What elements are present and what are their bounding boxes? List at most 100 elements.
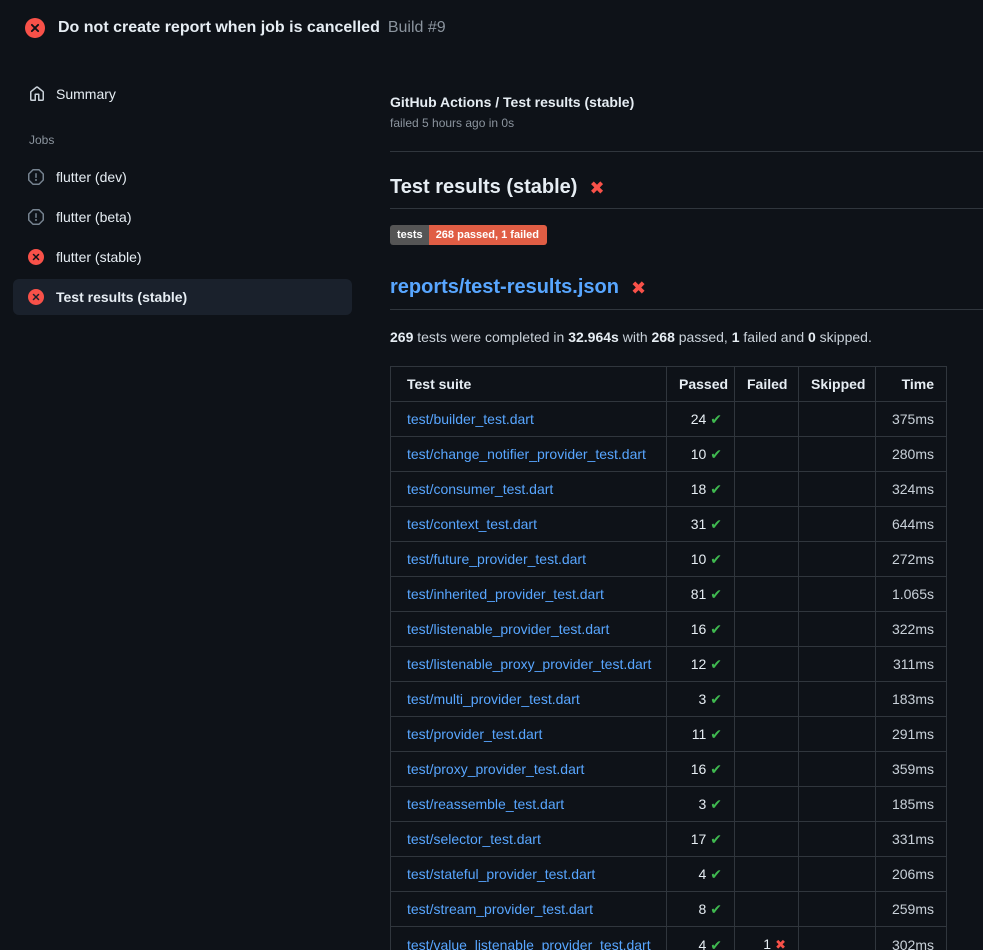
job-label: flutter (beta): [56, 209, 131, 225]
table-row: test/reassemble_test.dart 3✔ 185ms: [391, 787, 947, 822]
passed-cell: 16✔: [667, 612, 735, 647]
test-suite-link[interactable]: test/listenable_proxy_provider_test.dart: [407, 656, 651, 672]
time-cell: 302ms: [876, 927, 947, 950]
table-row: test/future_provider_test.dart 10✔ 272ms: [391, 542, 947, 577]
check-icon: ✔: [710, 551, 722, 567]
sidebar-job-item-test-results-stable-[interactable]: Test results (stable): [13, 279, 352, 315]
x-circle-icon: [28, 289, 44, 305]
time-cell: 259ms: [876, 892, 947, 927]
failed-cell: [735, 717, 799, 752]
test-suite-link[interactable]: test/selector_test.dart: [407, 831, 541, 847]
skipped-cell: [799, 472, 876, 507]
test-suite-link[interactable]: test/context_test.dart: [407, 516, 537, 532]
jobs-section-label: Jobs: [0, 106, 390, 147]
test-suite-link[interactable]: test/consumer_test.dart: [407, 481, 553, 497]
skipped-cell: [799, 927, 876, 950]
passed-cell: 10✔: [667, 542, 735, 577]
sidebar-job-item-flutter-stable-[interactable]: flutter (stable): [13, 239, 352, 275]
time-cell: 331ms: [876, 822, 947, 857]
time-cell: 272ms: [876, 542, 947, 577]
time-cell: 183ms: [876, 682, 947, 717]
passed-cell: 11✔: [667, 717, 735, 752]
test-suite-link[interactable]: test/listenable_provider_test.dart: [407, 621, 609, 637]
x-mark-icon: ✖: [631, 279, 646, 297]
job-label: Test results (stable): [56, 289, 187, 305]
test-suite-link[interactable]: test/multi_provider_test.dart: [407, 691, 580, 707]
x-circle-icon: [28, 249, 44, 265]
check-icon: ✔: [710, 621, 722, 637]
table-row: test/stateful_provider_test.dart 4✔ 206m…: [391, 857, 947, 892]
sidebar-job-item-flutter-dev-[interactable]: flutter (dev): [13, 159, 352, 195]
col-header-skipped: Skipped: [799, 367, 876, 402]
passed-cell: 3✔: [667, 682, 735, 717]
check-icon: ✔: [710, 411, 722, 427]
test-suite-link[interactable]: test/stateful_provider_test.dart: [407, 866, 595, 882]
test-suite-link[interactable]: test/future_provider_test.dart: [407, 551, 586, 567]
build-number: Build #9: [388, 19, 446, 37]
table-row: test/listenable_proxy_provider_test.dart…: [391, 647, 947, 682]
passed-cell: 4✔: [667, 927, 735, 950]
skipped-cell: [799, 822, 876, 857]
check-icon: ✔: [710, 446, 722, 462]
jobs-list: flutter (dev) flutter (beta) flutter (st…: [0, 159, 390, 315]
col-header-passed: Passed: [667, 367, 735, 402]
skipped-cell: [799, 647, 876, 682]
test-suite-link[interactable]: test/builder_test.dart: [407, 411, 534, 427]
time-cell: 206ms: [876, 857, 947, 892]
test-suite-link[interactable]: test/reassemble_test.dart: [407, 796, 564, 812]
table-row: test/value_listenable_provider_test.dart…: [391, 927, 947, 950]
check-icon: ✔: [710, 937, 722, 950]
test-suite-link[interactable]: test/change_notifier_provider_test.dart: [407, 446, 646, 462]
test-suite-link[interactable]: test/value_listenable_provider_test.dart: [407, 937, 651, 950]
check-icon: ✔: [710, 516, 722, 532]
time-cell: 322ms: [876, 612, 947, 647]
time-cell: 359ms: [876, 752, 947, 787]
run-status-line: failed 5 hours ago in 0s: [390, 116, 983, 130]
check-icon: ✔: [710, 691, 722, 707]
page-title: Do not create report when job is cancell…: [58, 19, 380, 37]
table-row: test/multi_provider_test.dart 3✔ 183ms: [391, 682, 947, 717]
time-cell: 644ms: [876, 507, 947, 542]
failed-cell: 1✖: [735, 927, 799, 950]
check-icon: ✔: [710, 831, 722, 847]
check-icon: ✔: [710, 586, 722, 602]
divider: [390, 151, 983, 152]
passed-cell: 3✔: [667, 787, 735, 822]
failed-cell: [735, 402, 799, 437]
col-header-failed: Failed: [735, 367, 799, 402]
skipped-cell: [799, 612, 876, 647]
test-suite-link[interactable]: test/provider_test.dart: [407, 726, 542, 742]
time-cell: 324ms: [876, 472, 947, 507]
tests-badge-label: tests: [390, 225, 429, 245]
passed-cell: 12✔: [667, 647, 735, 682]
failed-cell: [735, 787, 799, 822]
skipped-cell: [799, 507, 876, 542]
test-suite-link[interactable]: test/stream_provider_test.dart: [407, 901, 593, 917]
skipped-cell: [799, 577, 876, 612]
passed-cell: 18✔: [667, 472, 735, 507]
skipped-cell: [799, 857, 876, 892]
skipped-cell: [799, 542, 876, 577]
divider: [390, 208, 983, 209]
test-results-table: Test suite Passed Failed Skipped Time te…: [390, 366, 947, 950]
main-content: GitHub Actions / Test results (stable) f…: [390, 56, 983, 950]
home-icon: [29, 86, 45, 102]
stop-icon: [28, 209, 44, 225]
sidebar-item-summary[interactable]: Summary: [0, 82, 390, 106]
failed-cell: [735, 507, 799, 542]
table-row: test/inherited_provider_test.dart 81✔ 1.…: [391, 577, 947, 612]
sidebar-job-item-flutter-beta-[interactable]: flutter (beta): [13, 199, 352, 235]
time-cell: 291ms: [876, 717, 947, 752]
test-suite-link[interactable]: test/inherited_provider_test.dart: [407, 586, 604, 602]
breadcrumb: GitHub Actions / Test results (stable): [390, 94, 983, 110]
skipped-cell: [799, 437, 876, 472]
test-suite-link[interactable]: test/proxy_provider_test.dart: [407, 761, 584, 777]
failed-status-icon: [25, 18, 45, 38]
report-file-link[interactable]: reports/test-results.json: [390, 276, 619, 299]
passed-cell: 31✔: [667, 507, 735, 542]
passed-cell: 8✔: [667, 892, 735, 927]
x-mark-icon: ✖: [589, 179, 604, 197]
failed-cell: [735, 892, 799, 927]
passed-cell: 24✔: [667, 402, 735, 437]
test-summary-text: 269 tests were completed in 32.964s with…: [390, 329, 983, 345]
